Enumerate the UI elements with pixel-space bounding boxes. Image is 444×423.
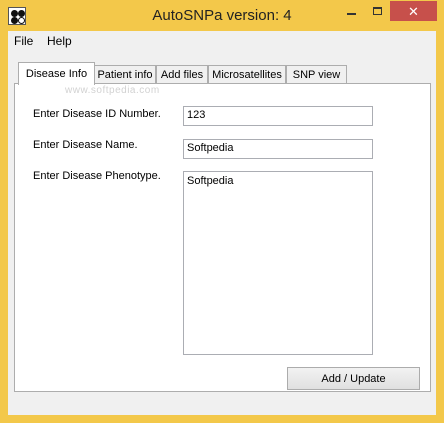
tab-patient-info[interactable]: Patient info	[94, 65, 156, 84]
close-icon: ✕	[408, 3, 419, 19]
disease-id-label: Enter Disease ID Number.	[33, 108, 161, 120]
disease-id-input[interactable]: 123	[183, 106, 373, 126]
close-button[interactable]: ✕	[390, 1, 437, 21]
disease-phenotype-label: Enter Disease Phenotype.	[33, 170, 161, 182]
minimize-button[interactable]	[338, 1, 364, 21]
maximize-icon	[372, 7, 382, 15]
tab-add-files[interactable]: Add files	[156, 65, 208, 84]
tab-snp-view[interactable]: SNP view	[286, 65, 347, 84]
disease-phenotype-textarea[interactable]: Softpedia	[183, 171, 373, 355]
disease-name-label: Enter Disease Name.	[33, 139, 138, 151]
add-update-button[interactable]: Add / Update	[287, 367, 420, 390]
disease-info-panel: www.softpedia.com Enter Disease ID Numbe…	[14, 83, 431, 392]
disease-name-input[interactable]: Softpedia	[183, 139, 373, 159]
client-area: File Help Disease Info Patient info Add …	[8, 31, 436, 415]
menu-bar: File Help	[8, 31, 436, 51]
menu-help[interactable]: Help	[47, 34, 72, 48]
minimize-icon	[346, 13, 356, 15]
tab-strip: Disease Info Patient info Add files Micr…	[8, 62, 436, 85]
menu-file[interactable]: File	[14, 34, 33, 48]
app-window: AutoSNPa version: 4 ✕ File Help Disease …	[0, 0, 444, 423]
watermark: www.softpedia.com	[65, 85, 160, 96]
tab-disease-info[interactable]: Disease Info	[18, 62, 95, 85]
title-bar[interactable]: AutoSNPa version: 4 ✕	[0, 0, 444, 31]
tab-microsatellites[interactable]: Microsatellites	[208, 65, 286, 84]
maximize-button[interactable]	[364, 1, 390, 21]
